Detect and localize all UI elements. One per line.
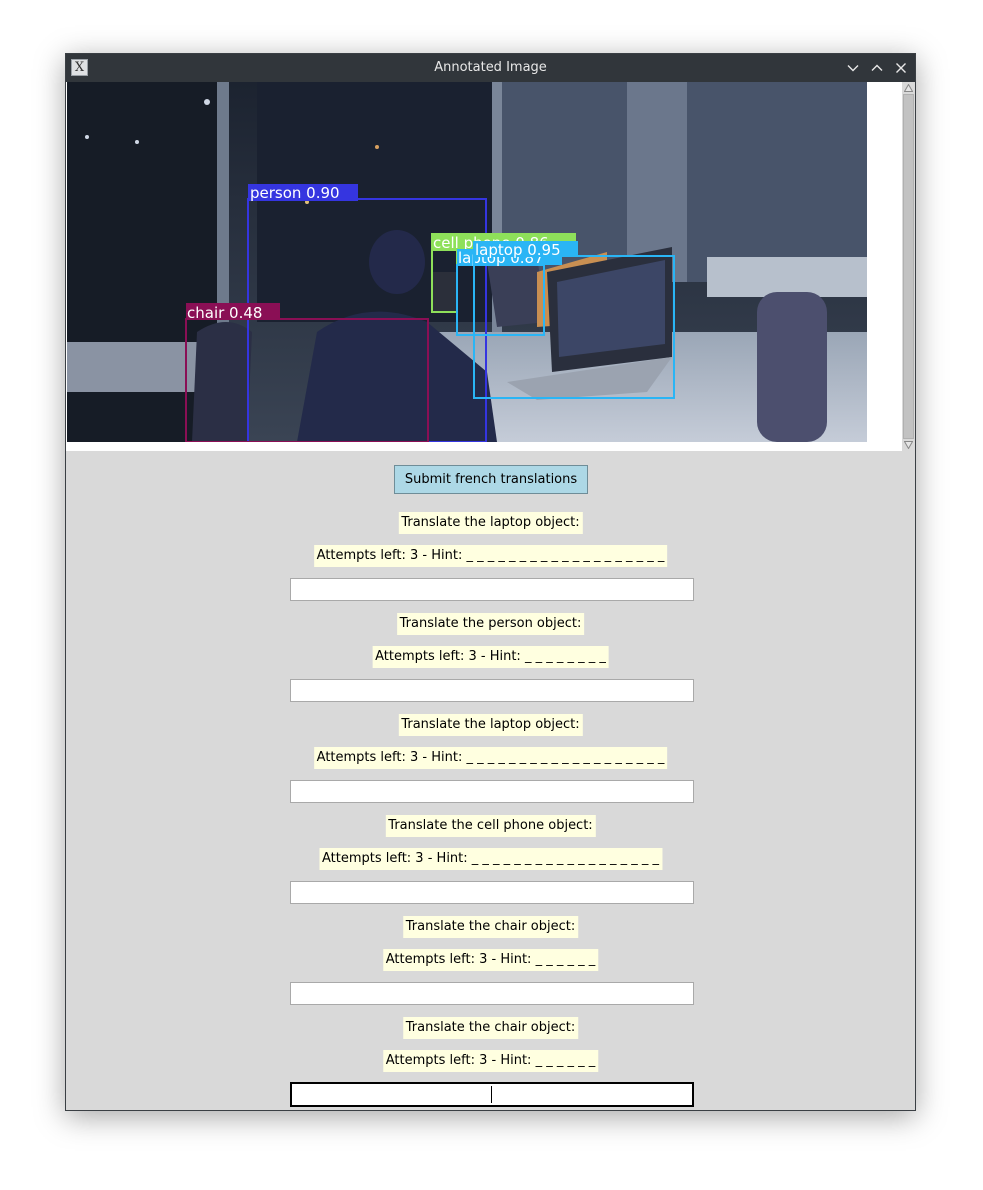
submit-translations-button[interactable]: Submit french translations xyxy=(394,465,588,494)
prompt-label-1: Translate the laptop object: xyxy=(398,512,583,534)
annotated-image-window: X Annotated Image person 0.90 chair 0.48… xyxy=(65,53,916,1111)
close-button[interactable] xyxy=(891,58,911,78)
hint-label-4: Attempts left: 3 - Hint: _ _ _ _ _ _ _ _… xyxy=(318,848,663,870)
prompt-label-4: Translate the cell phone object: xyxy=(385,815,596,837)
prompt-label-6: Translate the chair object: xyxy=(402,1017,579,1039)
window-title: Annotated Image xyxy=(434,60,547,75)
prompt-label-5: Translate the chair object: xyxy=(402,916,579,938)
bbox-person-label: person 0.90 xyxy=(250,184,340,202)
close-icon xyxy=(896,63,906,73)
chevron-down-icon xyxy=(847,65,859,72)
translation-input-1[interactable] xyxy=(290,578,694,601)
title-bar[interactable]: X Annotated Image xyxy=(66,54,915,82)
prompt-label-2: Translate the person object: xyxy=(396,613,585,635)
translation-input-4[interactable] xyxy=(290,881,694,904)
hint-label-1: Attempts left: 3 - Hint: _ _ _ _ _ _ _ _… xyxy=(313,545,668,567)
scrollbar-slider[interactable] xyxy=(903,94,914,439)
hint-label-3: Attempts left: 3 - Hint: _ _ _ _ _ _ _ _… xyxy=(313,747,668,769)
translation-input-2[interactable] xyxy=(290,679,694,702)
maximize-button[interactable] xyxy=(867,58,887,78)
image-canvas: person 0.90 chair 0.48 cell phone 0.86 l… xyxy=(66,82,915,451)
translation-input-5[interactable] xyxy=(290,982,694,1005)
annotated-photo: person 0.90 chair 0.48 cell phone 0.86 l… xyxy=(67,82,867,442)
prompt-label-3: Translate the laptop object: xyxy=(398,714,583,736)
translation-form: Submit french translations Translate the… xyxy=(66,451,915,1110)
minimize-button[interactable] xyxy=(843,58,863,78)
chevron-up-icon xyxy=(871,64,883,71)
scroll-down-button[interactable] xyxy=(902,439,915,451)
bbox-chair-label: chair 0.48 xyxy=(187,304,262,322)
hint-label-5: Attempts left: 3 - Hint: _ _ _ _ _ _ xyxy=(382,949,599,971)
hint-label-6: Attempts left: 3 - Hint: _ _ _ _ _ _ xyxy=(382,1050,599,1072)
triangle-down-icon xyxy=(904,441,913,449)
text-cursor xyxy=(491,1086,492,1103)
translation-input-6[interactable] xyxy=(290,1082,694,1107)
triangle-up-icon xyxy=(904,84,913,92)
vertical-scrollbar[interactable] xyxy=(902,82,915,451)
translation-input-3[interactable] xyxy=(290,780,694,803)
scroll-up-button[interactable] xyxy=(902,82,915,94)
bbox-laptop-label: laptop 0.95 xyxy=(475,241,561,259)
hint-label-2: Attempts left: 3 - Hint: _ _ _ _ _ _ _ _ xyxy=(372,646,609,668)
